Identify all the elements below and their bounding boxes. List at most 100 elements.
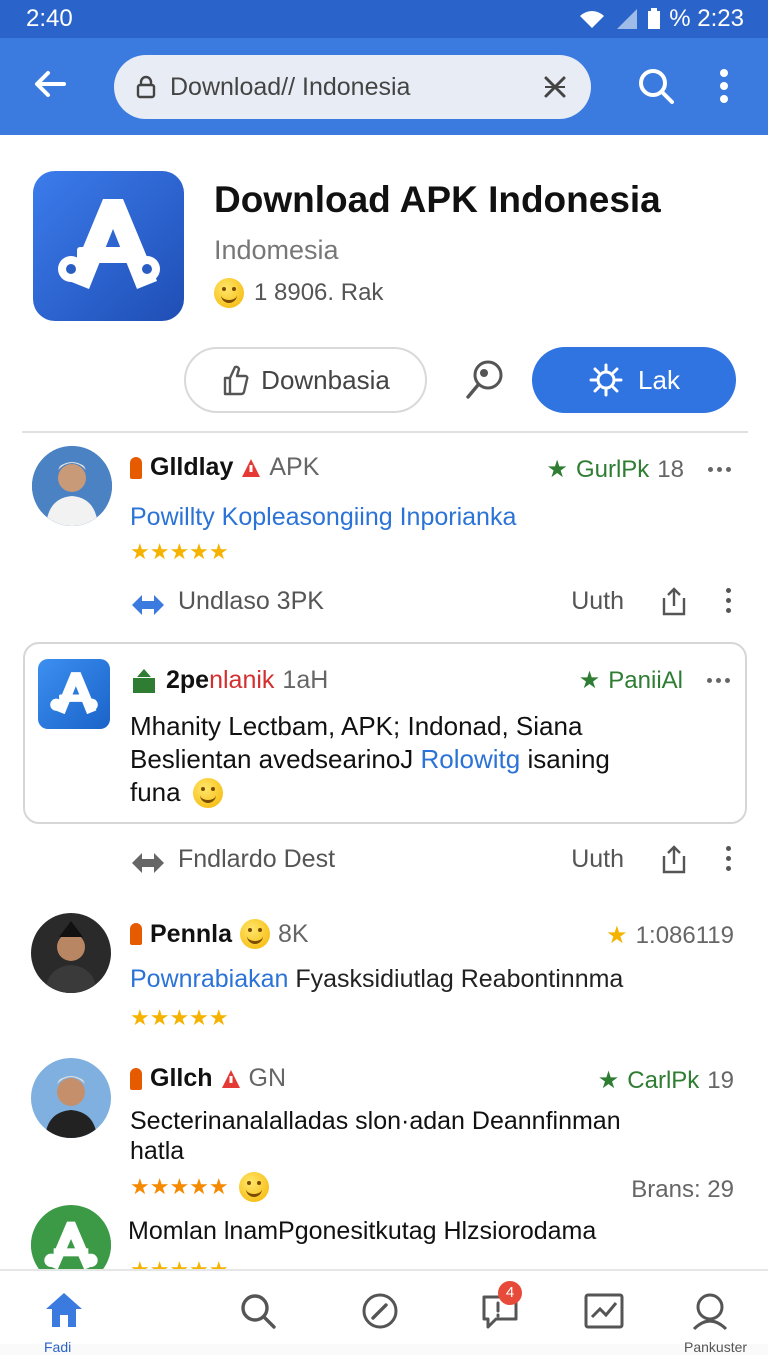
post-meta: ★ CarlPk 19 xyxy=(598,1066,734,1095)
star-green-icon: ★ xyxy=(546,456,568,483)
signal-icon xyxy=(617,9,638,29)
app-bar: Download// Indonesia xyxy=(0,38,768,135)
chat-badge: 4 xyxy=(498,1281,522,1305)
back-button[interactable] xyxy=(28,62,72,106)
post-author[interactable]: 2penlanik xyxy=(166,666,274,695)
post-more-button[interactable] xyxy=(706,466,734,474)
post-title[interactable]: Powillty Kopleasongiing Inporianka xyxy=(130,503,516,532)
bottom-nav: Fadi 4 Pankuster xyxy=(0,1269,768,1355)
post-tag: 1aH xyxy=(282,666,329,694)
url-field[interactable]: Download// Indonesia xyxy=(114,55,591,119)
status-icons: % 2:23 xyxy=(577,5,744,33)
post-author[interactable]: Gllch xyxy=(150,1064,213,1093)
wifi-icon xyxy=(580,11,605,28)
post-rating: ★★★★★ xyxy=(130,1005,229,1030)
post-author[interactable]: Glldlay xyxy=(150,453,233,482)
user-photo-icon xyxy=(31,1058,111,1138)
smile-emoji-icon xyxy=(239,919,270,949)
clear-url-button[interactable] xyxy=(535,67,575,107)
feed-post: Pennla 8K ★ 1:086119 Pownrabiakan Fyasks… xyxy=(0,903,768,1043)
chart-icon xyxy=(584,1293,624,1329)
share-arrows-icon xyxy=(132,595,164,615)
post-overflow-button[interactable] xyxy=(726,846,732,872)
post-header: 2penlanik 1aH xyxy=(130,666,328,695)
close-icon xyxy=(544,76,566,98)
post-author[interactable]: Pennla xyxy=(150,920,232,949)
nav-explore[interactable] xyxy=(358,1289,402,1333)
user-photo-icon xyxy=(31,913,111,993)
search-icon xyxy=(241,1294,276,1329)
search-button[interactable] xyxy=(634,64,678,108)
share-icon[interactable] xyxy=(660,844,688,874)
app-stats: 1 8906. Rak xyxy=(214,278,383,308)
post-header: Gllch GN xyxy=(130,1064,286,1093)
highlight-post-card[interactable]: 2penlanik 1aH ★ PaniiAl Mhanity Lectbam,… xyxy=(23,642,747,824)
post-tag: 8K xyxy=(277,919,309,948)
primary-action-button[interactable]: Lak xyxy=(532,347,736,413)
download-button[interactable]: Downbasia xyxy=(184,347,427,413)
alert-icon xyxy=(242,458,261,477)
nav-home-label: Fadi xyxy=(44,1339,72,1355)
compass-icon xyxy=(362,1293,398,1329)
post-action-row: Fndlardo Dest Uuth xyxy=(130,839,750,879)
battery-icon xyxy=(648,8,661,29)
app-logo-icon xyxy=(50,672,98,715)
app-country: Indomesia xyxy=(214,235,339,265)
post-meta: ★ PaniiAl xyxy=(579,666,733,695)
post-rating: ★★★★★ xyxy=(130,1257,229,1269)
post-meta: ★ GurlPk 18 xyxy=(546,455,734,484)
post-tag: GN xyxy=(248,1064,287,1092)
nav-profile[interactable]: Pankuster xyxy=(684,1289,747,1355)
post-meta-count: 19 xyxy=(707,1066,734,1094)
url-text: Download// Indonesia xyxy=(170,72,411,101)
feed-post: Momlan lnamPgonesitkutag Hlzsiorodama ★★… xyxy=(0,1203,768,1269)
post-body-line: Secterinanalalladas slon·adan Deannfinma… xyxy=(130,1107,621,1135)
post-meta-label: CarlPk xyxy=(627,1066,700,1094)
post-more-button[interactable] xyxy=(705,677,733,685)
share-icon[interactable] xyxy=(660,586,688,616)
post-action-label[interactable]: Fndlardo Dest xyxy=(178,845,335,874)
home-icon xyxy=(46,1293,82,1327)
tag-icon xyxy=(130,923,142,945)
post-meta: ★ 1:086119 xyxy=(606,921,734,950)
post-header: Glldlay APK xyxy=(130,453,319,482)
app-logo-icon xyxy=(31,1208,111,1269)
avatar[interactable] xyxy=(31,1205,111,1269)
post-meta-label: PaniiAl xyxy=(608,666,683,694)
thumbs-up-icon xyxy=(223,365,249,396)
post-body-line: Mhanity Lectbam, APK; Indonad, Siana xyxy=(130,711,583,741)
avatar[interactable] xyxy=(32,446,112,526)
post-body: Secterinanalalladas slon·adan Deannfinma… xyxy=(130,1106,621,1166)
app-logo xyxy=(33,171,184,321)
nav-search[interactable] xyxy=(236,1289,280,1333)
star-green-icon: ★ xyxy=(597,1067,620,1094)
post-tag: APK xyxy=(269,453,320,481)
user-photo-icon xyxy=(32,446,112,526)
nav-home[interactable]: Fadi xyxy=(42,1289,86,1355)
avatar[interactable] xyxy=(31,1058,111,1138)
post-body-line: Momlan lnamPgonesitkutag Hlzsiorodama xyxy=(128,1217,597,1245)
search-pin-button[interactable] xyxy=(462,357,508,403)
nav-messages[interactable]: 4 xyxy=(478,1281,522,1333)
overflow-menu-button[interactable] xyxy=(708,64,740,108)
post-link[interactable]: Rolowitg xyxy=(421,744,521,774)
star-icon: ★ xyxy=(606,922,628,949)
post-action-right[interactable]: Uuth xyxy=(571,845,624,874)
status-bar: 2:40 % 2:23 xyxy=(0,0,768,38)
feed-post: Gllch GN ★ CarlPk 19 Secterinanalalladas… xyxy=(0,1048,768,1208)
nav-stats[interactable] xyxy=(582,1289,626,1333)
more-vert-icon xyxy=(720,69,728,103)
status-right-text: % 2:23 xyxy=(669,5,744,32)
post-title[interactable]: Pownrabiakan Fyasksidiutlag Reabontinnma xyxy=(130,965,623,994)
post-action-right[interactable]: Uuth xyxy=(571,587,624,616)
post-overflow-button[interactable] xyxy=(726,588,732,614)
post-action-label[interactable]: Undlaso 3PK xyxy=(178,587,324,616)
post-action-row: Undlaso 3PK Uuth xyxy=(130,581,750,621)
avatar[interactable] xyxy=(31,913,111,993)
post-body: Mhanity Lectbam, APK; Indonad, Siana Bes… xyxy=(130,710,730,809)
profile-icon xyxy=(692,1293,728,1331)
nav-profile-label: Pankuster xyxy=(684,1339,748,1355)
upload-box-icon xyxy=(133,668,155,693)
app-logo-icon xyxy=(57,199,160,289)
app-stats-text: 1 8906. Rak xyxy=(254,279,384,306)
